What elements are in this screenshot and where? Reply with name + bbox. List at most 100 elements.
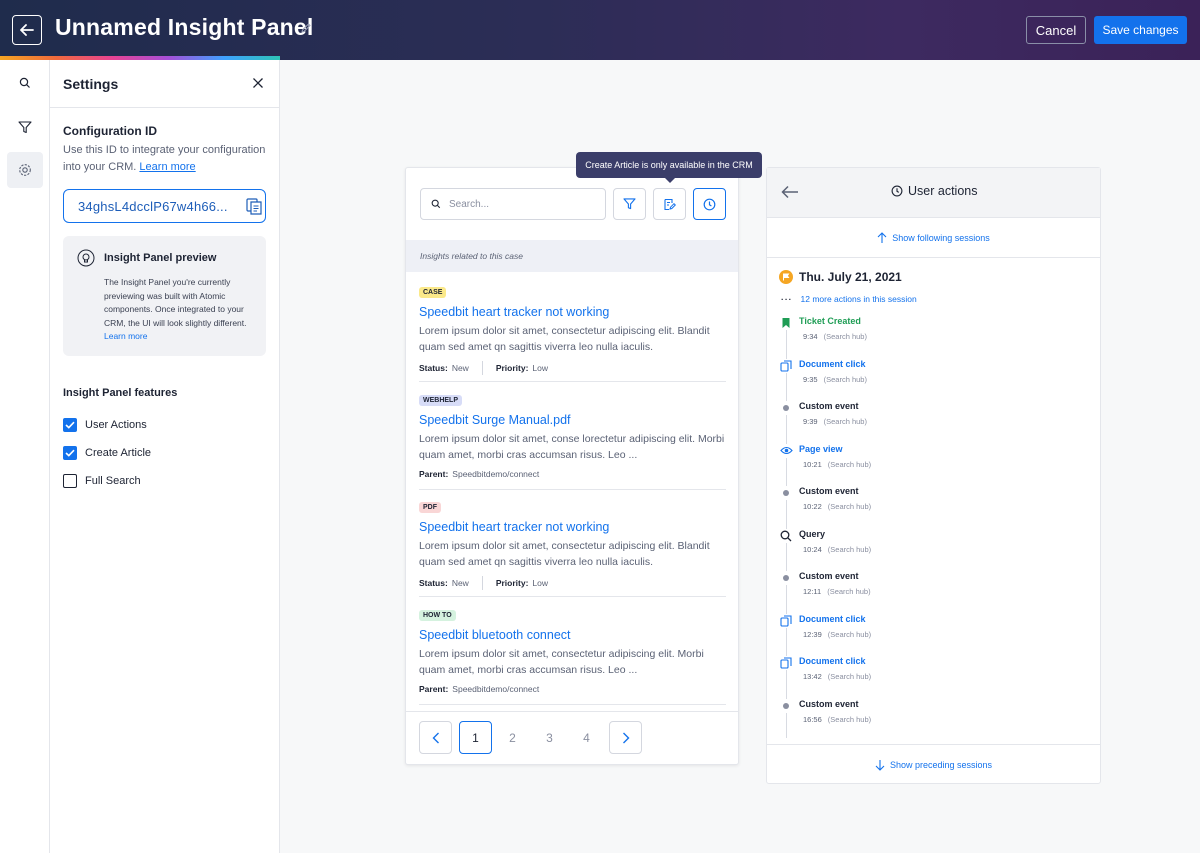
- action-time: 10:21 (Search hub): [803, 460, 871, 469]
- related-insights-label: Insights related to this case: [406, 240, 738, 272]
- user-actions-title-text: User actions: [908, 184, 978, 198]
- create-article-button[interactable]: [653, 188, 686, 220]
- arrow-left-icon[interactable]: [781, 185, 799, 199]
- show-following-sessions-button[interactable]: Show following sessions: [767, 218, 1100, 258]
- search-placeholder: Search...: [449, 198, 490, 210]
- clock-icon: [891, 185, 903, 197]
- search-icon: [431, 199, 441, 209]
- action-time: 12:39 (Search hub): [803, 630, 871, 639]
- show-preceding-label: Show preceding sessions: [889, 759, 993, 770]
- result-item: HOW TO Speedbit bluetooth connect Lorem …: [419, 604, 726, 694]
- next-page-button[interactable]: [609, 721, 642, 754]
- feature-full-search[interactable]: Full Search: [63, 473, 141, 489]
- action-time-value: 13:42: [803, 672, 822, 681]
- more-actions-label: 12 more actions in this session: [800, 294, 917, 304]
- meta-value: Speedbitdemo/connect: [452, 684, 540, 694]
- result-item: CASE Speedbit heart tracker not working …: [419, 281, 726, 375]
- rail-search-button[interactable]: [7, 65, 43, 101]
- result-divider: [419, 489, 726, 490]
- action-name[interactable]: Document click: [799, 359, 866, 369]
- action-source: (Search hub): [823, 374, 867, 384]
- result-title-link[interactable]: Speedbit heart tracker not working: [419, 305, 726, 319]
- tooltip-arrow: [665, 178, 675, 183]
- meta-separator: [481, 361, 483, 375]
- copy-icon[interactable]: [246, 198, 262, 215]
- rail-filter-button[interactable]: [7, 109, 43, 145]
- action-time: 10:22 (Search hub): [803, 502, 871, 511]
- action-time: 10:24 (Search hub): [803, 545, 871, 554]
- action-time-value: 9:34: [803, 332, 818, 341]
- more-actions-link[interactable]: ··· 12 more actions in this session: [781, 294, 917, 304]
- check-icon: [65, 421, 75, 429]
- checkbox-checked[interactable]: [63, 418, 77, 432]
- meta-value: Low: [532, 578, 549, 588]
- meta-label: Priority:: [495, 363, 529, 373]
- document-icon: [779, 358, 793, 373]
- result-meta: Status: New Priority: Low: [419, 576, 726, 590]
- search-icon: [19, 77, 30, 88]
- preview-body: The Insight Panel you're currently previ…: [104, 277, 247, 328]
- show-preceding-sessions-button[interactable]: Show preceding sessions: [767, 744, 1100, 784]
- feature-user-actions[interactable]: User Actions: [63, 417, 147, 433]
- checkbox-unchecked[interactable]: [63, 474, 77, 488]
- action-time: 9:34 (Search hub): [803, 332, 867, 341]
- user-actions-panel: User actions Show following sessions Thu…: [766, 167, 1101, 784]
- preview-text: The Insight Panel you're currently previ…: [104, 276, 254, 344]
- config-id-value: 34ghsL4dcclP67w4h66...: [78, 198, 228, 214]
- action-time: 13:42 (Search hub): [803, 672, 871, 681]
- action-name: Custom event: [799, 571, 859, 581]
- search-input[interactable]: Search...: [420, 188, 606, 220]
- page-4-button[interactable]: 4: [570, 721, 603, 754]
- result-badge: PDF: [419, 502, 441, 513]
- action-name: Custom event: [799, 698, 859, 709]
- user-actions-button[interactable]: [693, 188, 726, 220]
- action-source: (Search hub): [823, 417, 867, 426]
- filter-button[interactable]: [613, 188, 646, 220]
- clock-icon: [703, 198, 716, 210]
- rail-settings-button[interactable]: [7, 152, 43, 188]
- result-excerpt: Lorem ipsum dolor sit amet, consectetur …: [419, 540, 710, 568]
- action-time: 9:35 (Search hub): [803, 375, 867, 384]
- action-source: (Search hub): [823, 332, 867, 341]
- back-button[interactable]: [12, 15, 42, 45]
- meta-label: Parent:: [419, 684, 449, 694]
- create-article-tooltip: Create Article is only available in the …: [576, 152, 762, 178]
- action-name[interactable]: Document click: [799, 656, 866, 666]
- config-id-field[interactable]: 34ghsL4dcclP67w4h66...: [63, 189, 266, 223]
- result-meta: Parent: Speedbitdemo/connect: [419, 684, 726, 694]
- page-2-button[interactable]: 2: [496, 721, 529, 754]
- action-name: Custom event: [799, 401, 859, 411]
- meta-value: New: [451, 363, 469, 373]
- preview-learn-more-link[interactable]: Learn more: [104, 331, 147, 341]
- result-title-link[interactable]: Speedbit heart tracker not working: [419, 520, 726, 534]
- page-3-button[interactable]: 3: [533, 721, 566, 754]
- close-icon[interactable]: [252, 77, 264, 89]
- app-header: Unnamed Insight Panel Cancel Save change…: [0, 0, 1200, 60]
- preview-bulb-icon: [77, 249, 95, 267]
- edit-pencil-icon[interactable]: [300, 22, 312, 34]
- learn-more-link[interactable]: Learn more: [139, 161, 195, 173]
- action-time-value: 10:21: [803, 459, 822, 469]
- page-1-button[interactable]: 1: [459, 721, 492, 754]
- result-badge: CASE: [419, 287, 447, 298]
- action-name[interactable]: Page view: [799, 444, 843, 454]
- result-item: WEBHELP Speedbit Surge Manual.pdf Lorem …: [419, 389, 726, 479]
- document-icon: [779, 656, 793, 670]
- action-source: (Search hub): [827, 587, 871, 596]
- gear-icon: [19, 164, 31, 176]
- action-source: (Search hub): [827, 544, 872, 554]
- action-name: Ticket Created: [799, 316, 861, 326]
- action-time: 16:56 (Search hub): [803, 715, 871, 724]
- user-actions-header: User actions: [767, 168, 1100, 218]
- result-title-link[interactable]: Speedbit bluetooth connect: [419, 628, 726, 642]
- result-title-link[interactable]: Speedbit Surge Manual.pdf: [419, 413, 726, 427]
- action-time-value: 9:35: [803, 374, 818, 384]
- feature-create-article[interactable]: Create Article: [63, 445, 151, 461]
- result-excerpt: Lorem ipsum dolor sit amet, consectetur …: [419, 648, 704, 676]
- save-changes-button[interactable]: Save changes: [1094, 16, 1187, 44]
- cancel-button[interactable]: Cancel: [1026, 16, 1086, 44]
- action-name[interactable]: Document click: [799, 614, 866, 624]
- feature-label: User Actions: [85, 419, 147, 431]
- previous-page-button[interactable]: [419, 721, 452, 754]
- checkbox-checked[interactable]: [63, 446, 77, 460]
